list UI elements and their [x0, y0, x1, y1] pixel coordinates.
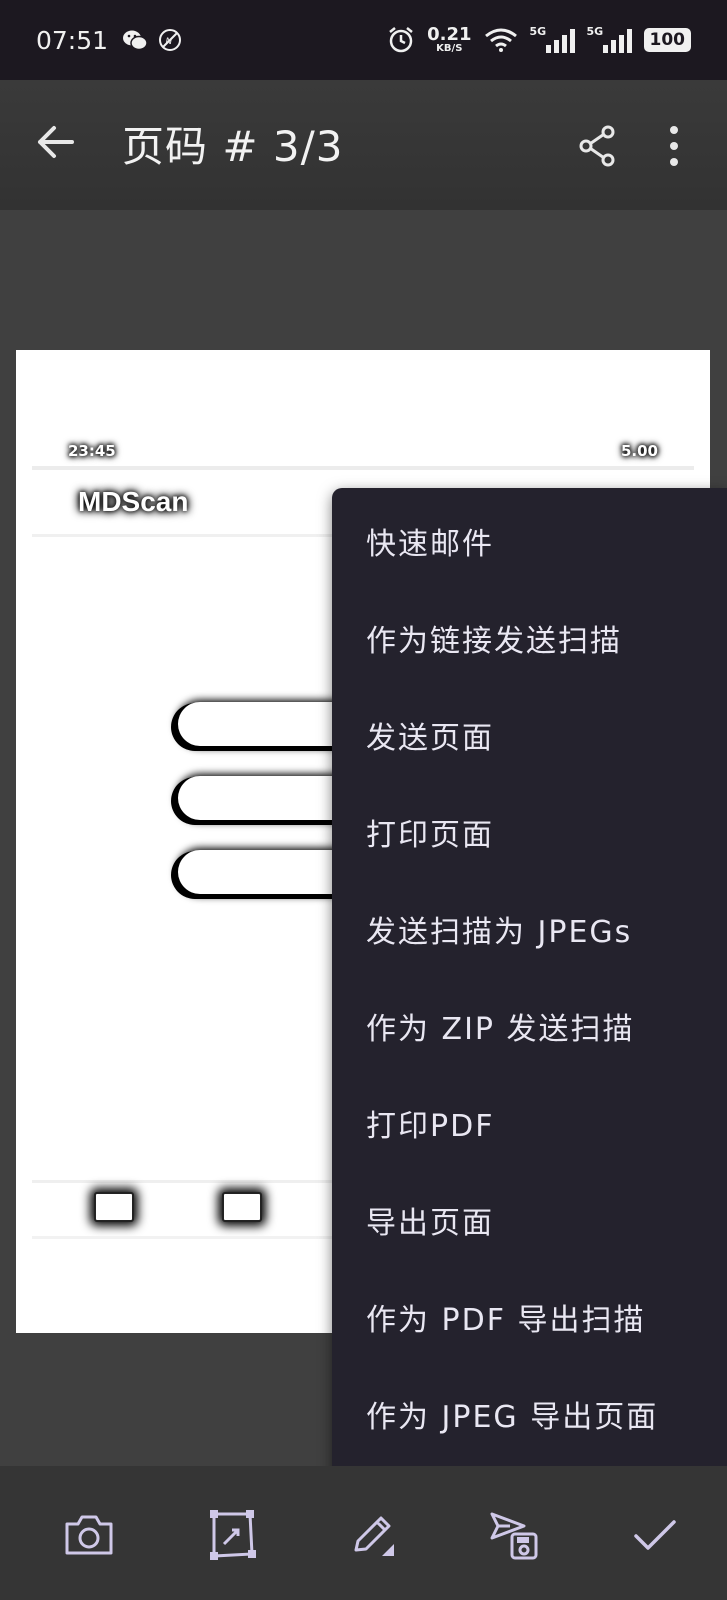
- menu-item-send-as-link[interactable]: 作为链接发送扫描: [332, 589, 727, 686]
- app-bar: 页码 # 3/3: [0, 80, 727, 210]
- page-title: 页码 # 3/3: [122, 122, 344, 171]
- crop-icon: [210, 1510, 256, 1560]
- crop-button[interactable]: [206, 1510, 260, 1560]
- status-time: 07:51: [36, 25, 109, 55]
- menu-item-print-page[interactable]: 打印页面: [332, 783, 727, 880]
- edit-icon: [354, 1516, 394, 1556]
- svg-text:N: N: [166, 37, 173, 47]
- preview-divider: [32, 466, 694, 470]
- signal-icon: 5G: [529, 25, 575, 53]
- battery-icon: 100: [643, 28, 691, 52]
- menu-item-send-jpegs[interactable]: 发送扫描为 JPEGs: [332, 880, 727, 977]
- wifi-icon: [484, 28, 517, 52]
- bottom-toolbar: [0, 1466, 727, 1600]
- share-icon[interactable]: [578, 124, 618, 168]
- send-save-button[interactable]: [490, 1510, 544, 1560]
- no-sim-icon: N: [159, 29, 182, 51]
- menu-item-export-pdf[interactable]: 作为 PDF 导出扫描: [332, 1268, 727, 1365]
- share-menu: 快速邮件 作为链接发送扫描 发送页面 打印页面 发送扫描为 JPEGs 作为 Z…: [332, 488, 727, 1488]
- arrow-back-icon[interactable]: [36, 120, 76, 164]
- preview-pdf-icon: [222, 1192, 262, 1222]
- camera-button[interactable]: [62, 1510, 116, 1560]
- battery-level: 100: [649, 30, 686, 50]
- status-system-icons: 0.21 KB/S 5G 5G 100: [387, 25, 691, 54]
- edit-button[interactable]: [348, 1510, 402, 1560]
- alarm-icon: [389, 27, 413, 53]
- menu-item-print-pdf[interactable]: 打印PDF: [332, 1074, 727, 1171]
- menu-item-send-page[interactable]: 发送页面: [332, 686, 727, 783]
- net-speed: 0.21 KB/S: [427, 26, 471, 54]
- more-vert-icon[interactable]: [668, 124, 680, 168]
- signal-icon: 5G: [586, 25, 632, 53]
- menu-item-quick-mail[interactable]: 快速邮件: [332, 492, 727, 589]
- menu-item-export-page[interactable]: 导出页面: [332, 1171, 727, 1268]
- status-notification-icons: N: [122, 28, 182, 52]
- send-save-icon: [490, 1512, 538, 1560]
- wechat-icon: [123, 30, 148, 51]
- camera-icon: [65, 1515, 113, 1555]
- preview-net: 5.00: [620, 442, 658, 460]
- confirm-button[interactable]: [628, 1510, 682, 1560]
- preview-time: 23:45: [68, 442, 116, 460]
- signal2-tag: 5G: [586, 25, 604, 38]
- preview-image-icon: [94, 1192, 134, 1222]
- status-bar: 07:51 N 0.21 KB/S 5G 5G 100: [0, 0, 727, 80]
- net-speed-value: 0.21: [427, 24, 472, 45]
- net-speed-unit: KB/S: [436, 43, 463, 54]
- signal1-tag: 5G: [529, 25, 547, 38]
- preview-status-bar: 23:45 5.00: [32, 436, 694, 466]
- menu-item-send-zip[interactable]: 作为 ZIP 发送扫描: [332, 977, 727, 1074]
- menu-item-export-jpeg[interactable]: 作为 JPEG 导出页面: [332, 1365, 727, 1462]
- check-icon: [634, 1520, 676, 1550]
